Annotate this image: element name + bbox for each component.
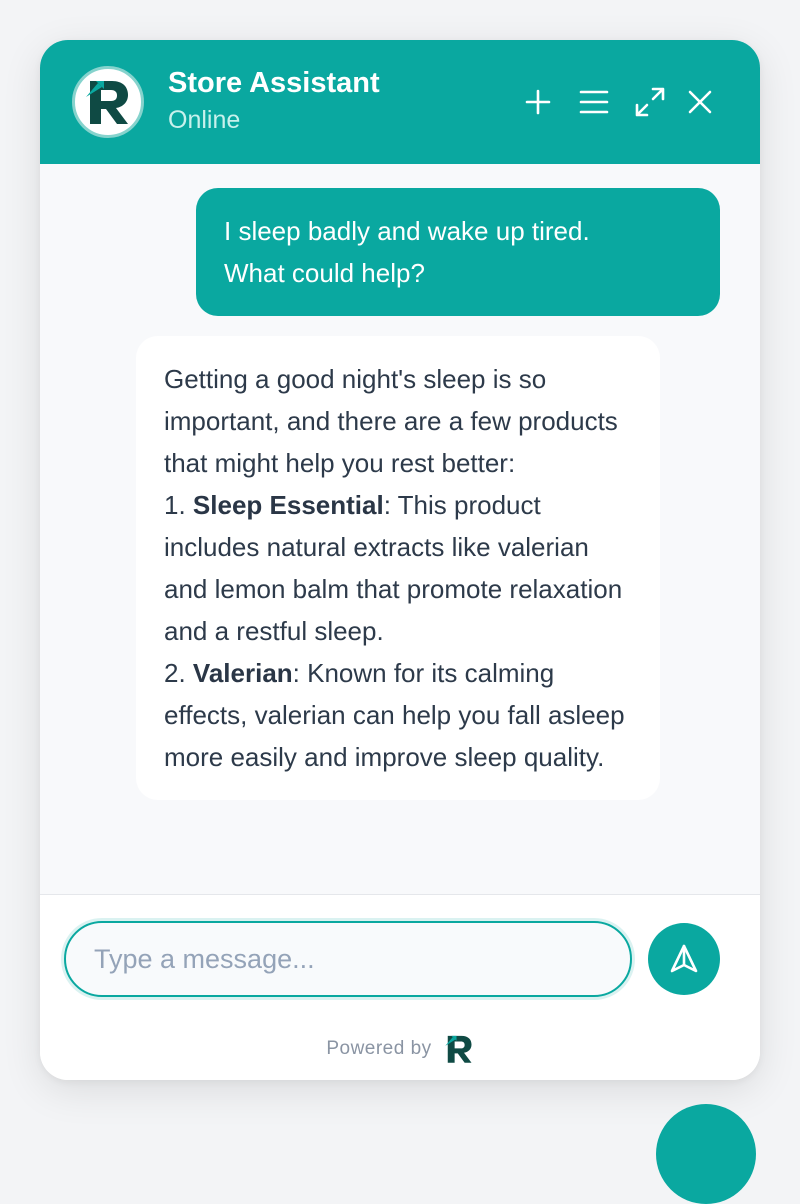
expand-button[interactable] [630, 82, 670, 122]
chat-header: Store Assistant Online [40, 40, 760, 164]
chat-launcher-button[interactable] [656, 1104, 756, 1204]
product-item: 1. Sleep Essential: This product include… [164, 484, 632, 652]
user-message-line: I sleep badly and wake up tired. [224, 216, 590, 246]
product-name: Sleep Essential [192, 490, 384, 520]
close-icon [688, 90, 712, 114]
assistant-title: Store Assistant [168, 67, 380, 99]
assistant-avatar [72, 66, 144, 138]
powered-by: Powered by [40, 1033, 760, 1065]
menu-button[interactable] [574, 82, 614, 122]
product-item-number: 2. [164, 658, 193, 688]
assistant-message: Getting a good night's sleep is so impor… [136, 336, 660, 800]
user-message: I sleep badly and wake up tired. What co… [196, 188, 720, 316]
powered-by-label: Powered by [326, 1038, 432, 1059]
user-message-line: What could help? [224, 258, 425, 288]
composer: Powered by [40, 894, 760, 1080]
message-list[interactable]: I sleep badly and wake up tired. What co… [40, 164, 760, 894]
product-name: Valerian [192, 658, 293, 688]
brand-logo-icon [444, 1035, 472, 1063]
expand-icon [635, 87, 665, 117]
plus-icon [525, 89, 551, 115]
brand-logo-icon [86, 81, 128, 124]
assistant-message-intro: Getting a good night's sleep is so impor… [164, 364, 618, 478]
chat-widget: Store Assistant Online I sleep badly and… [40, 40, 760, 1080]
product-item-number: 1. [164, 490, 193, 520]
product-item: 2. Valerian: Known for its calming effec… [164, 652, 632, 778]
send-button[interactable] [648, 923, 720, 995]
header-text: Store Assistant Online [168, 66, 380, 138]
close-button[interactable] [680, 82, 720, 122]
assistant-status: Online [168, 106, 241, 134]
new-chat-button[interactable] [518, 82, 558, 122]
send-icon [670, 944, 698, 973]
menu-icon [579, 90, 609, 114]
message-input[interactable] [64, 921, 632, 997]
